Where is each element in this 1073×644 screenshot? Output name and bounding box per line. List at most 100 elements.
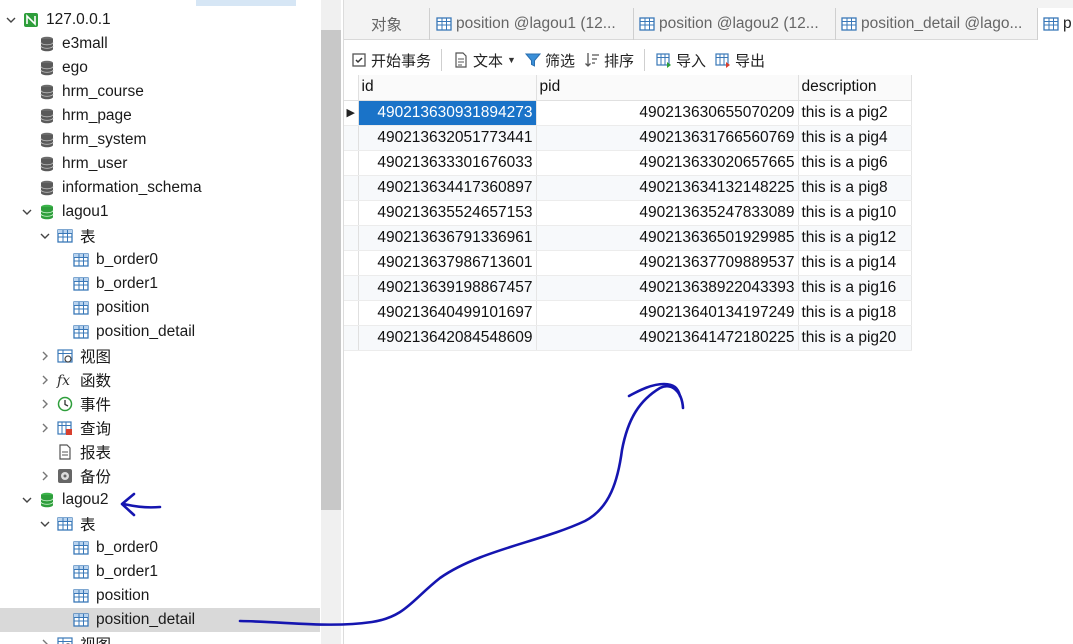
- cell-description[interactable]: this is a pig8: [798, 175, 912, 201]
- table-row[interactable]: 490213632051773441 490213631766560769 this…: [344, 125, 912, 151]
- column-header-id[interactable]: id: [358, 75, 537, 101]
- chevron-down-icon[interactable]: [4, 8, 18, 32]
- chevron-down-icon[interactable]: [38, 224, 52, 248]
- chevron-right-icon[interactable]: [38, 464, 52, 488]
- row-marker[interactable]: [344, 175, 359, 201]
- cell-description[interactable]: this is a pig16: [798, 275, 912, 301]
- tree-node-lagou1-reports[interactable]: 报表: [56, 440, 111, 464]
- column-header-description[interactable]: description: [798, 75, 912, 101]
- row-marker[interactable]: [344, 300, 359, 326]
- cell-pid[interactable]: 490213636501929985: [536, 225, 799, 251]
- tree-node-lagou1-views[interactable]: 视图: [38, 344, 111, 368]
- chevron-right-icon[interactable]: [38, 344, 52, 368]
- table-row[interactable]: 490213634417360897 490213634132148225 this…: [344, 175, 912, 201]
- table-row[interactable]: 490213633301676033 490213633020657665 this…: [344, 150, 912, 176]
- tree-node-database-information-schema[interactable]: information_schema: [38, 176, 202, 200]
- cell-id[interactable]: 490213642084548609: [358, 325, 537, 351]
- tab-position-lagou2[interactable]: position @lagou2 (12...: [634, 8, 836, 40]
- tree-node-lagou2-b-order0[interactable]: b_order0: [72, 536, 158, 560]
- cell-id[interactable]: 490213634417360897: [358, 175, 537, 201]
- cell-pid[interactable]: 490213638922043393: [536, 275, 799, 301]
- tree-node-lagou2-views[interactable]: 视图: [38, 632, 111, 644]
- table-row[interactable]: 490213642084548609 490213641472180225 this…: [344, 325, 912, 351]
- export-button[interactable]: 导出: [710, 46, 769, 74]
- table-row[interactable]: 490213635524657153 490213635247833089 this…: [344, 200, 912, 226]
- tree-node-lagou2-position-detail[interactable]: position_detail: [0, 608, 320, 632]
- tree-node-lagou2-b-order1[interactable]: b_order1: [72, 560, 158, 584]
- row-marker[interactable]: [344, 200, 359, 226]
- table-row[interactable]: 490213639198867457 490213638922043393 this…: [344, 275, 912, 301]
- table-row[interactable]: ▶ 490213630931894273 490213630655070209 thi…: [344, 100, 912, 126]
- tree-node-database-hrm-user[interactable]: hrm_user: [38, 152, 127, 176]
- tree-node-lagou1[interactable]: lagou1: [20, 200, 109, 224]
- cell-id[interactable]: 490213632051773441: [358, 125, 537, 151]
- tree-node-lagou1-b-order1[interactable]: b_order1: [72, 272, 158, 296]
- row-marker[interactable]: [344, 225, 359, 251]
- cell-pid[interactable]: 490213635247833089: [536, 200, 799, 226]
- tree-node-lagou1-events[interactable]: 事件: [38, 392, 111, 416]
- tree-node-lagou2[interactable]: lagou2: [20, 488, 109, 512]
- row-marker[interactable]: [344, 125, 359, 151]
- cell-description[interactable]: this is a pig6: [798, 150, 912, 176]
- begin-transaction-button[interactable]: 开始事务: [346, 46, 435, 74]
- cell-pid[interactable]: 490213640134197249: [536, 300, 799, 326]
- tab-position-detail-lagou[interactable]: position_detail @lago...: [836, 8, 1038, 40]
- cell-pid[interactable]: 490213631766560769: [536, 125, 799, 151]
- tree-node-lagou1-b-order0[interactable]: b_order0: [72, 248, 158, 272]
- chevron-right-icon[interactable]: [38, 368, 52, 392]
- tree-node-database-hrm-course[interactable]: hrm_course: [38, 80, 144, 104]
- text-button[interactable]: 文本 ▼: [448, 46, 520, 74]
- table-row[interactable]: 490213636791336961 490213636501929985 this…: [344, 225, 912, 251]
- cell-description[interactable]: this is a pig4: [798, 125, 912, 151]
- cell-pid[interactable]: 490213637709889537: [536, 250, 799, 276]
- cell-description[interactable]: this is a pig20: [798, 325, 912, 351]
- tree-node-lagou1-tables[interactable]: 表: [38, 224, 96, 248]
- cell-id[interactable]: 490213636791336961: [358, 225, 537, 251]
- row-marker[interactable]: [344, 250, 359, 276]
- row-marker[interactable]: [344, 150, 359, 176]
- tree-node-lagou1-backups[interactable]: 备份: [38, 464, 111, 488]
- tree-node-lagou2-position[interactable]: position: [72, 584, 149, 608]
- cell-pid[interactable]: 490213630655070209: [536, 100, 799, 126]
- tree-node-lagou1-functions[interactable]: fx 函数: [38, 368, 111, 392]
- tree-node-database-e3mall[interactable]: e3mall: [38, 32, 108, 56]
- row-marker[interactable]: [344, 325, 359, 351]
- filter-button[interactable]: 筛选: [520, 46, 579, 74]
- cell-description[interactable]: this is a pig2: [798, 100, 912, 126]
- cell-pid[interactable]: 490213641472180225: [536, 325, 799, 351]
- tree-node-database-ego[interactable]: ego: [38, 56, 88, 80]
- tree-scrollbar-thumb[interactable]: [321, 30, 341, 510]
- tree-node-lagou1-position-detail[interactable]: position_detail: [72, 320, 195, 344]
- import-button[interactable]: 导入: [651, 46, 710, 74]
- chevron-down-icon[interactable]: [20, 488, 34, 512]
- cell-id[interactable]: 490213635524657153: [358, 200, 537, 226]
- tab-active-partial[interactable]: p: [1038, 8, 1073, 40]
- tree-node-connection[interactable]: 127.0.0.1: [4, 8, 111, 32]
- table-row[interactable]: 490213640499101697 490213640134197249 this…: [344, 300, 912, 326]
- tree-node-lagou1-queries[interactable]: 查询: [38, 416, 111, 440]
- chevron-right-icon[interactable]: [38, 416, 52, 440]
- tree-node-lagou1-position[interactable]: position: [72, 296, 149, 320]
- cell-pid[interactable]: 490213634132148225: [536, 175, 799, 201]
- tree-node-database-hrm-page[interactable]: hrm_page: [38, 104, 132, 128]
- cell-pid[interactable]: 490213633020657665: [536, 150, 799, 176]
- table-row[interactable]: 490213637986713601 490213637709889537 this…: [344, 250, 912, 276]
- chevron-down-icon[interactable]: [38, 512, 52, 536]
- cell-id[interactable]: 490213630931894273: [358, 100, 537, 126]
- cell-description[interactable]: this is a pig18: [798, 300, 912, 326]
- sort-button[interactable]: 排序: [579, 46, 638, 74]
- cell-id[interactable]: 490213639198867457: [358, 275, 537, 301]
- cell-description[interactable]: this is a pig10: [798, 200, 912, 226]
- row-marker[interactable]: ▶: [344, 100, 359, 126]
- cell-description[interactable]: this is a pig12: [798, 225, 912, 251]
- chevron-right-icon[interactable]: [38, 392, 52, 416]
- tree-node-lagou2-tables[interactable]: 表: [38, 512, 96, 536]
- cell-id[interactable]: 490213637986713601: [358, 250, 537, 276]
- chevron-down-icon[interactable]: ▼: [507, 55, 516, 65]
- tab-position-lagou1[interactable]: position @lagou1 (12...: [431, 8, 634, 40]
- tab-objects[interactable]: 对象: [344, 8, 430, 40]
- cell-id[interactable]: 490213633301676033: [358, 150, 537, 176]
- cell-description[interactable]: this is a pig14: [798, 250, 912, 276]
- cell-id[interactable]: 490213640499101697: [358, 300, 537, 326]
- chevron-right-icon[interactable]: [38, 632, 52, 644]
